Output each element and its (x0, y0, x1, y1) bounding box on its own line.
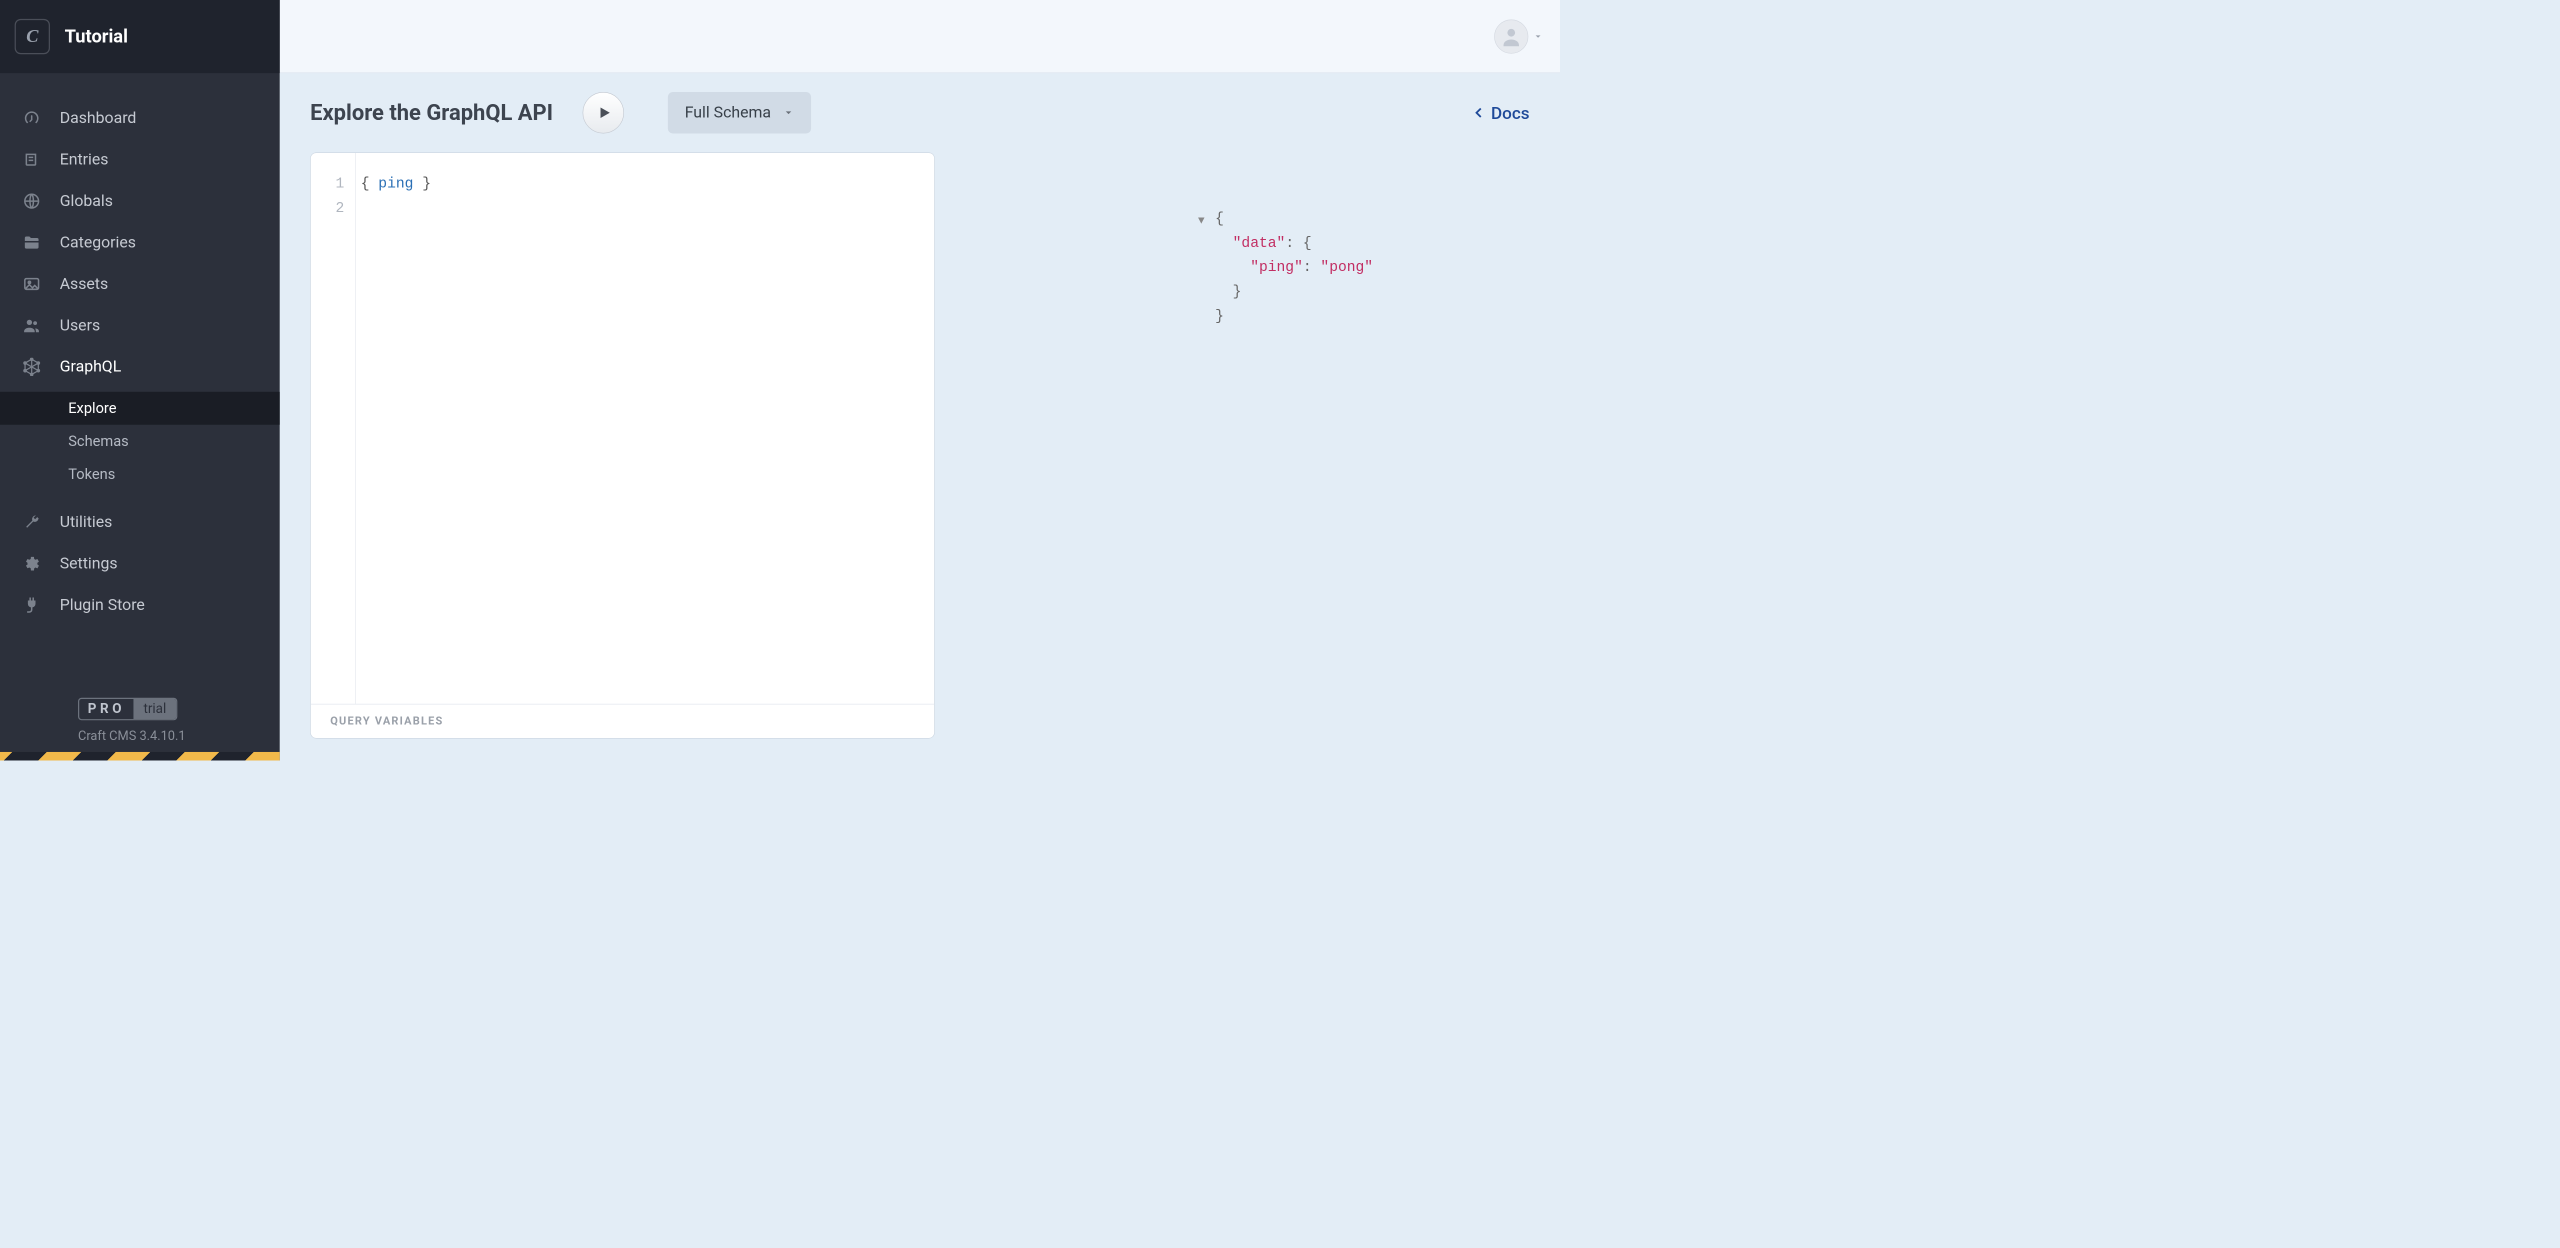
sidebar-subitem-schemas[interactable]: Schemas (0, 425, 280, 458)
query-editor[interactable]: 1 2 { ping } (311, 153, 934, 704)
line-gutter: 1 2 (311, 153, 356, 704)
play-icon (596, 104, 612, 122)
sidebar-item-label: GraphQL (60, 358, 122, 376)
folder-icon (22, 233, 42, 253)
docs-link[interactable]: Docs (1472, 103, 1530, 123)
sidebar-header: C Tutorial (0, 0, 280, 73)
avatar (1494, 19, 1528, 53)
sidebar-item-users[interactable]: Users (0, 305, 280, 346)
sidebar-item-settings[interactable]: Settings (0, 543, 280, 584)
globe-icon (22, 191, 42, 211)
gauge-icon (22, 108, 42, 128)
graphql-subnav: Explore Schemas Tokens (0, 388, 280, 502)
version-text: Craft CMS 3.4.10.1 (78, 729, 280, 744)
response-line: } (1215, 305, 1373, 329)
sidebar-item-label: Schemas (68, 433, 128, 450)
plug-icon (22, 595, 42, 615)
response-line: "data": { (1215, 232, 1373, 256)
sidebar-item-label: Explore (68, 400, 116, 417)
sidebar-item-assets[interactable]: Assets (0, 263, 280, 304)
response-line: "ping": "pong" (1215, 256, 1373, 280)
sidebar-item-entries[interactable]: Entries (0, 139, 280, 180)
dev-mode-stripe (0, 752, 280, 761)
query-code[interactable]: { ping } (356, 153, 934, 704)
sidebar-item-graphql[interactable]: GraphQL (0, 346, 280, 387)
execute-button[interactable] (582, 92, 623, 133)
logo-letter: C (26, 26, 38, 47)
edition-badge[interactable]: PRO trial (78, 698, 177, 721)
page-title: Explore the GraphQL API (310, 100, 553, 126)
response-line: } (1215, 280, 1373, 304)
edition-trial-label: trial (134, 699, 176, 719)
response-viewer[interactable]: ▼ { "data": { "ping": "pong" } } (1215, 207, 1373, 329)
app-logo[interactable]: C (15, 19, 50, 54)
sidebar-item-label: Categories (60, 233, 136, 251)
query-variables-toggle[interactable]: QUERY VARIABLES (311, 704, 934, 738)
wrench-icon (22, 512, 42, 532)
sidebar-item-label: Assets (60, 275, 108, 293)
schema-selector-label: Full Schema (685, 104, 771, 122)
gear-icon (22, 554, 42, 574)
sidebar-item-categories[interactable]: Categories (0, 222, 280, 263)
chevron-down-icon (783, 107, 794, 118)
topbar (280, 0, 1560, 73)
sidebar-item-dashboard[interactable]: Dashboard (0, 98, 280, 139)
app-title[interactable]: Tutorial (65, 26, 128, 47)
sidebar-item-plugin-store[interactable]: Plugin Store (0, 584, 280, 625)
page-content: Explore the GraphQL API Full Schema Docs (280, 73, 1560, 760)
image-icon (22, 274, 42, 294)
toolbar: Explore the GraphQL API Full Schema Docs (310, 73, 1529, 152)
graphql-icon (22, 357, 42, 377)
users-icon (22, 316, 42, 336)
schema-selector[interactable]: Full Schema (668, 92, 812, 133)
query-editor-panel: 1 2 { ping } QUERY VARIABLES (310, 152, 935, 738)
sidebar-item-label: Users (60, 316, 100, 334)
sidebar-subitem-explore[interactable]: Explore (0, 392, 280, 425)
sidebar-item-label: Entries (60, 151, 109, 169)
line-number: 2 (311, 197, 345, 221)
sidebar-item-label: Globals (60, 192, 113, 210)
user-icon (1500, 25, 1523, 48)
sidebar-item-label: Utilities (60, 513, 113, 531)
sidebar-item-label: Settings (60, 555, 118, 573)
line-number: 1 (311, 172, 345, 196)
sidebar-subitem-tokens[interactable]: Tokens (0, 458, 280, 491)
sidebar-item-globals[interactable]: Globals (0, 180, 280, 221)
news-icon (22, 150, 42, 170)
main: Explore the GraphQL API Full Schema Docs (280, 0, 1560, 761)
chevron-down-icon (1533, 31, 1543, 41)
sidebar-item-label: Plugin Store (60, 596, 145, 614)
collapse-toggle-icon[interactable]: ▼ (1198, 209, 1205, 233)
sidebar-item-label: Dashboard (60, 109, 137, 127)
query-variables-label: QUERY VARIABLES (330, 715, 443, 728)
sidebar-item-label: Tokens (68, 466, 115, 483)
sidebar: C Tutorial Dashboard Entries Globals Cat… (0, 0, 280, 761)
response-line: { (1215, 207, 1373, 231)
user-menu[interactable] (1494, 19, 1543, 53)
sidebar-item-utilities[interactable]: Utilities (0, 502, 280, 543)
main-nav: Dashboard Entries Globals Categories Ass… (0, 73, 280, 626)
chevron-left-icon (1472, 105, 1487, 120)
edition-pro-label: PRO (79, 699, 134, 719)
docs-link-label: Docs (1491, 103, 1530, 123)
